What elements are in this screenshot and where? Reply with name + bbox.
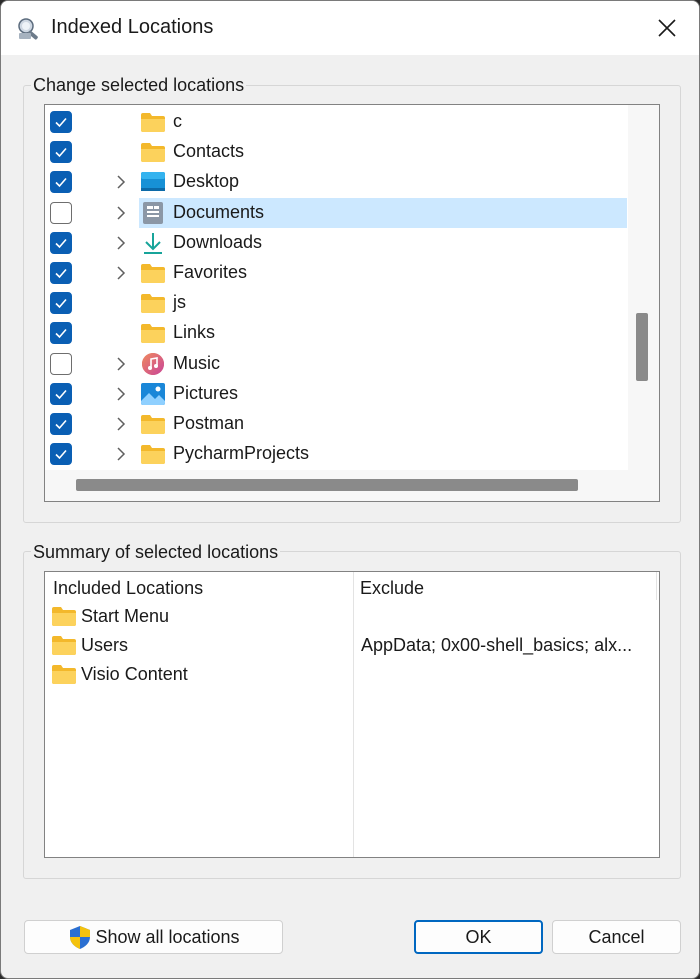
included-location-label: Users — [81, 635, 129, 655]
locations-tree[interactable]: c Contacts Desktop Documents Downloads Favori… — [44, 104, 660, 502]
include-checkbox[interactable] — [50, 352, 72, 375]
tree-row-pycharmprojects[interactable]: PycharmProjects — [45, 439, 627, 469]
include-checkbox[interactable] — [50, 171, 72, 194]
close-icon — [658, 19, 676, 37]
checkmark-icon — [55, 117, 67, 128]
include-checkbox[interactable] — [50, 292, 72, 315]
included-column-header[interactable]: Included Locations — [53, 578, 203, 599]
vertical-scrollbar[interactable] — [628, 105, 659, 470]
pictures-icon — [140, 382, 166, 406]
include-checkbox[interactable] — [50, 322, 72, 345]
include-checkbox[interactable] — [50, 262, 72, 284]
checkmark-icon — [55, 450, 67, 460]
tree-item-label: Favorites — [173, 262, 248, 282]
cancel-label: Cancel — [588, 926, 645, 947]
tree-row-js[interactable]: js — [45, 288, 627, 318]
ok-label: OK — [465, 926, 492, 947]
horizontal-scroll-thumb[interactable] — [76, 479, 578, 491]
summary-list: Included Locations Exclude Start Menu Use… — [44, 571, 660, 858]
checkmark-icon — [55, 238, 67, 248]
tree-item-label: Pictures — [173, 382, 239, 403]
show-all-locations-button[interactable]: Show all locations — [24, 920, 283, 954]
folder-icon — [140, 291, 166, 315]
included-location-label: Start Menu — [81, 606, 170, 626]
chevron-right-icon[interactable] — [115, 447, 127, 461]
folder-icon — [140, 140, 166, 164]
title-bar: Indexed Locations — [1, 1, 699, 55]
include-checkbox[interactable] — [50, 201, 72, 224]
tree-item-label: Contacts — [173, 141, 245, 162]
tree-row-favorites[interactable]: Favorites — [45, 258, 627, 288]
tree-row-music[interactable]: Music — [45, 349, 627, 379]
chevron-right-icon[interactable] — [115, 387, 127, 401]
checkmark-icon — [55, 329, 67, 339]
checkmark-icon — [55, 268, 67, 279]
close-button[interactable] — [635, 1, 699, 55]
tree-row-desktop[interactable]: Desktop — [45, 167, 627, 197]
exclude-value: AppData; 0x00-shell_basics; alx... — [361, 635, 633, 655]
checkmark-icon — [55, 389, 67, 399]
tree-item-label: js — [173, 292, 186, 313]
tree-row-links[interactable]: Links — [45, 318, 627, 348]
tree-item-label: Postman — [173, 413, 245, 433]
folder-icon — [140, 321, 166, 345]
music-icon — [140, 352, 166, 376]
include-checkbox[interactable] — [50, 111, 72, 133]
folder-icon — [51, 604, 77, 628]
tree-item-label: Documents — [173, 201, 265, 222]
cancel-button[interactable]: Cancel — [552, 920, 681, 954]
include-checkbox[interactable] — [50, 231, 72, 254]
column-divider[interactable] — [353, 572, 354, 857]
tree-row-pictures[interactable]: Pictures — [45, 379, 627, 409]
tree-item-label: PycharmProjects — [173, 443, 310, 464]
tree-row-downloads[interactable]: Downloads — [45, 228, 627, 258]
indexed-locations-dialog: Indexed Locations Change selected locati… — [0, 0, 700, 979]
tree-row-documents[interactable]: Documents — [45, 197, 627, 228]
indexing-options-icon — [18, 18, 38, 40]
chevron-right-icon[interactable] — [115, 357, 127, 371]
include-checkbox[interactable] — [50, 141, 72, 164]
tree-row-c[interactable]: c — [45, 107, 627, 137]
tree-item-label: Links — [173, 322, 216, 343]
header-end-divider — [656, 572, 657, 600]
change-locations-label: Change selected locations — [31, 75, 247, 96]
window-title: Indexed Locations — [51, 16, 214, 38]
included-location-label: Visio Content — [81, 664, 188, 684]
documents-icon — [140, 201, 166, 225]
chevron-right-icon[interactable] — [115, 236, 127, 250]
downloads-icon — [140, 231, 166, 255]
folder-icon — [51, 633, 77, 657]
include-checkbox[interactable] — [50, 443, 72, 466]
folder-icon — [140, 110, 166, 134]
include-checkbox[interactable] — [50, 413, 72, 435]
summary-label: Summary of selected locations — [31, 542, 281, 563]
chevron-right-icon[interactable] — [115, 417, 127, 431]
chevron-right-icon[interactable] — [115, 175, 127, 189]
checkmark-icon — [55, 419, 67, 430]
show-all-locations-label: Show all locations — [95, 926, 240, 947]
desktop-icon — [140, 170, 166, 194]
chevron-right-icon[interactable] — [115, 206, 127, 220]
tree-item-label: Downloads — [173, 231, 263, 252]
tree-row-contacts[interactable]: Contacts — [45, 137, 627, 167]
tree-row-postman[interactable]: Postman — [45, 409, 627, 439]
vertical-scroll-thumb[interactable] — [636, 313, 648, 381]
tree-item-label: Desktop — [173, 171, 240, 192]
folder-icon — [51, 662, 77, 686]
ok-button[interactable]: OK — [414, 920, 543, 954]
tree-item-label: Music — [173, 352, 221, 373]
exclude-column-header[interactable]: Exclude — [360, 578, 424, 599]
checkmark-icon — [55, 178, 67, 188]
folder-icon — [140, 412, 166, 436]
checkmark-icon — [55, 299, 67, 309]
folder-icon — [140, 261, 166, 285]
chevron-right-icon[interactable] — [115, 266, 127, 280]
uac-shield-icon — [70, 926, 91, 949]
include-checkbox[interactable] — [50, 382, 72, 405]
folder-icon — [140, 442, 166, 466]
tree-item-label: c — [173, 111, 182, 131]
checkmark-icon — [55, 148, 67, 158]
